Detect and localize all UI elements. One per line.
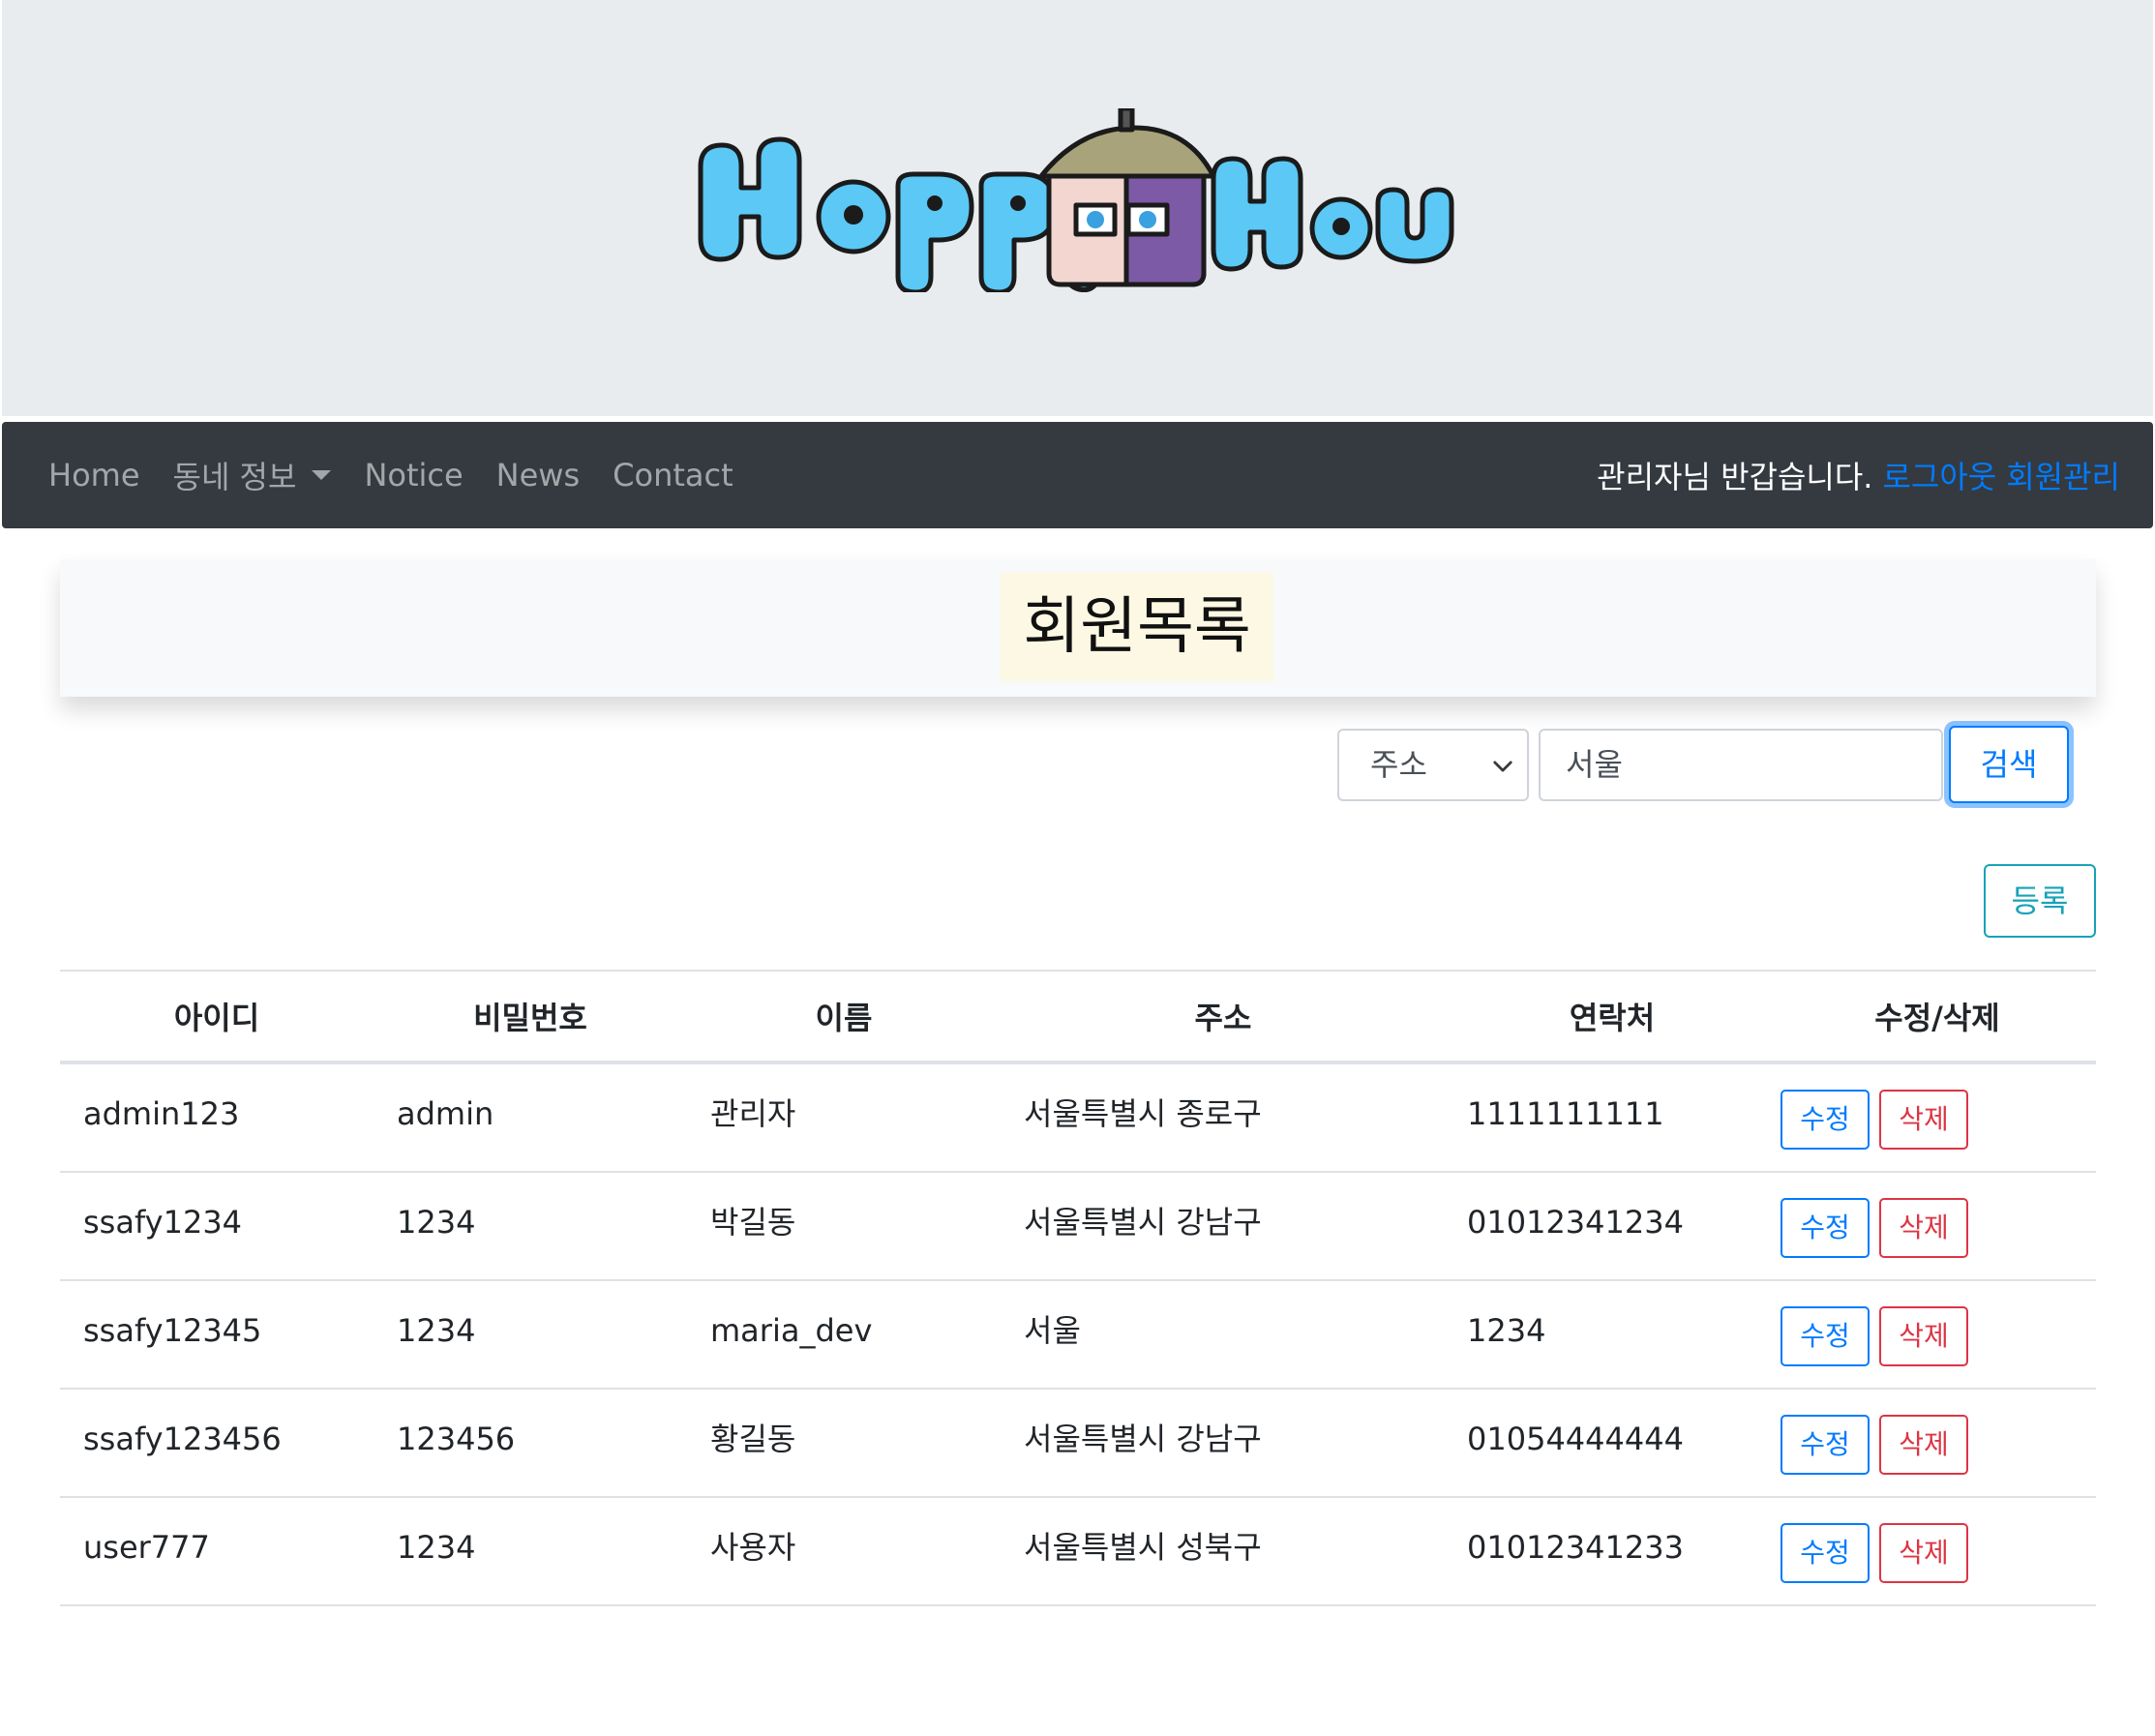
nav-notice[interactable]: Notice [364, 457, 463, 494]
main-navbar: Home 동네 정보 Notice News Contact 관리자님 반갑습니… [2, 422, 2153, 528]
cell-address: 서울특별시 성북구 [1024, 1529, 1262, 1566]
cell-id: ssafy12345 [83, 1312, 262, 1349]
cell-phone: 01054444444 [1467, 1421, 1684, 1457]
cell-password: 123456 [397, 1421, 516, 1457]
table-row: ssafy1234 1234 박길동 서울특별시 강남구 01012341234… [60, 1173, 2096, 1281]
cell-password: 1234 [397, 1204, 476, 1241]
caret-down-icon [312, 470, 332, 480]
delete-button[interactable]: 삭제 [1879, 1198, 1968, 1258]
cell-address: 서울특별시 종로구 [1024, 1095, 1262, 1132]
cell-address: 서울특별시 강남구 [1024, 1421, 1262, 1457]
header-id: 아이디 [173, 1000, 260, 1036]
edit-button[interactable]: 수정 [1781, 1198, 1870, 1258]
nav-neighborhood-label: 동네 정보 [172, 459, 297, 495]
cell-password: 1234 [397, 1312, 476, 1349]
cell-id: admin123 [83, 1095, 240, 1132]
member-table: 아이디 비밀번호 이름 주소 연락처 수정/삭제 admin123 admin … [60, 970, 2096, 1606]
page-title: 회원목록 [1001, 573, 1273, 681]
page-title-card: 회원목록 [60, 559, 2096, 697]
search-field-value: 주소 [1370, 746, 1427, 783]
nav-contact[interactable]: Contact [613, 457, 733, 494]
cell-name: 관리자 [710, 1095, 796, 1132]
nav-neighborhood-dropdown[interactable]: 동네 정보 [173, 453, 332, 497]
cell-phone: 01012341233 [1467, 1529, 1684, 1566]
table-row: user777 1234 사용자 서울특별시 성북구 01012341233 수… [60, 1498, 2096, 1606]
header-name: 이름 [815, 1000, 873, 1036]
search-input[interactable]: 서울 [1539, 729, 1943, 801]
cell-id: ssafy123456 [83, 1421, 282, 1457]
nav-news[interactable]: News [496, 457, 580, 494]
header-actions: 수정/삭제 [1874, 1000, 2000, 1036]
nav-links: Home 동네 정보 Notice News Contact [48, 422, 733, 528]
member-admin-link[interactable]: 회원관리 [2006, 453, 2120, 497]
search-button[interactable]: 검색 [1949, 726, 2069, 803]
cell-address: 서울특별시 강남구 [1024, 1204, 1262, 1241]
table-row: ssafy12345 1234 maria_dev 서울 1234 수정 삭제 [60, 1281, 2096, 1390]
search-field-select[interactable]: 주소 [1337, 729, 1529, 801]
chevron-down-icon [1493, 761, 1512, 772]
register-button[interactable]: 등록 [1984, 864, 2096, 938]
edit-button[interactable]: 수정 [1781, 1415, 1870, 1475]
table-header: 아이디 비밀번호 이름 주소 연락처 수정/삭제 [60, 972, 2096, 1064]
edit-button[interactable]: 수정 [1781, 1523, 1870, 1583]
nav-home[interactable]: Home [48, 457, 140, 494]
table-row: ssafy123456 123456 황길동 서울특별시 강남구 0105444… [60, 1390, 2096, 1498]
edit-button[interactable]: 수정 [1781, 1306, 1870, 1366]
cell-phone: 1234 [1467, 1312, 1546, 1349]
header-password: 비밀번호 [473, 1000, 587, 1036]
delete-button[interactable]: 삭제 [1879, 1090, 1968, 1150]
cell-phone: 01012341234 [1467, 1204, 1684, 1241]
cell-name: 박길동 [710, 1204, 796, 1241]
happyhouse-logo[interactable] [691, 108, 1465, 292]
cell-password: 1234 [397, 1529, 476, 1566]
delete-button[interactable]: 삭제 [1879, 1415, 1968, 1475]
cell-password: admin [397, 1095, 494, 1132]
table-row: admin123 admin 관리자 서울특별시 종로구 1111111111 … [60, 1064, 2096, 1173]
cell-id: user777 [83, 1529, 210, 1566]
header-address: 주소 [1194, 1000, 1252, 1036]
user-menu: 관리자님 반갑습니다. 로그아웃 회원관리 [1597, 422, 2120, 528]
cell-name: maria_dev [710, 1312, 873, 1349]
cell-id: ssafy1234 [83, 1204, 243, 1241]
greeting-text: 관리자님 반갑습니다. [1597, 459, 1873, 495]
cell-name: 황길동 [710, 1421, 796, 1457]
logout-link[interactable]: 로그아웃 [1882, 453, 1996, 497]
header-phone: 연락처 [1569, 1000, 1656, 1036]
delete-button[interactable]: 삭제 [1879, 1523, 1968, 1583]
delete-button[interactable]: 삭제 [1879, 1306, 1968, 1366]
cell-name: 사용자 [710, 1529, 796, 1566]
edit-button[interactable]: 수정 [1781, 1090, 1870, 1150]
cell-phone: 1111111111 [1467, 1095, 1664, 1132]
header-banner [2, 0, 2153, 416]
cell-address: 서울 [1024, 1312, 1081, 1349]
